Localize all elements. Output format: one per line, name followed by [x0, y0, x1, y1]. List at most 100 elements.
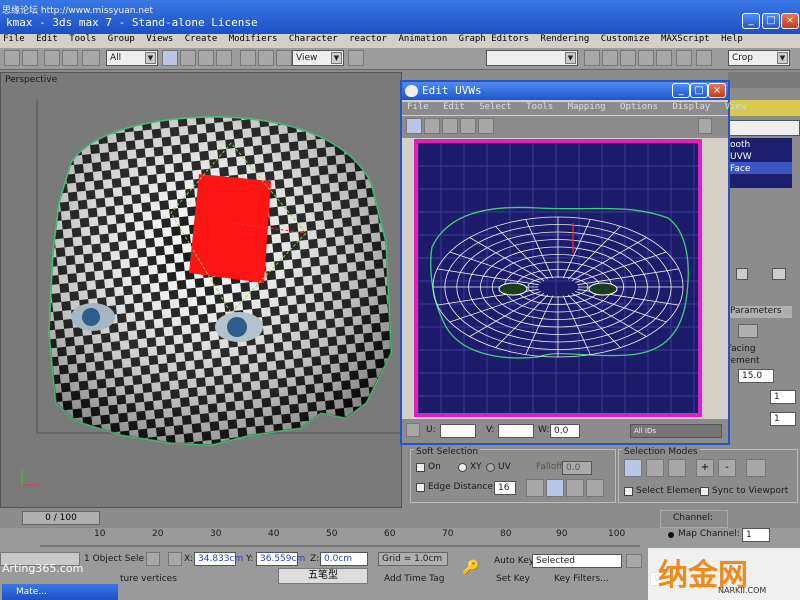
paint-select-icon[interactable]: [746, 459, 766, 477]
uvw-menu-select[interactable]: Select: [479, 102, 512, 112]
move-icon[interactable]: [240, 50, 256, 66]
redo-icon[interactable]: [22, 50, 38, 66]
track-bar[interactable]: 10 20 30 40 50 60 70 80 90 100 Map Chann…: [0, 528, 800, 550]
scale-icon[interactable]: [276, 50, 292, 66]
edge-mode-icon[interactable]: [646, 459, 664, 477]
menu-maxscript[interactable]: MAXScript: [661, 34, 710, 44]
close-button[interactable]: ×: [781, 13, 799, 29]
uvw-menu-mapping[interactable]: Mapping: [568, 102, 606, 112]
named-selection-dropdown[interactable]: ▼: [486, 50, 578, 66]
mirror-icon[interactable]: [584, 50, 600, 66]
stack-item-smooth[interactable]: ooth: [728, 138, 792, 150]
bind-space-warp-icon[interactable]: [82, 50, 100, 66]
y-coordinate-field[interactable]: 36.559cm: [256, 552, 305, 566]
falloff-linear-icon[interactable]: [546, 479, 564, 497]
time-slider-thumb[interactable]: 0 / 100: [22, 511, 100, 525]
key-filters-button[interactable]: Key Filters...: [554, 574, 609, 584]
ime-toolbar[interactable]: 五笔型: [278, 568, 368, 584]
taskbar-button[interactable]: Mate...: [2, 584, 118, 600]
window-crossing-icon[interactable]: [216, 50, 232, 66]
key-icon[interactable]: 🔑: [462, 560, 488, 578]
rectangular-selection-icon[interactable]: [198, 50, 214, 66]
uvw-maximize-button[interactable]: □: [690, 83, 708, 98]
menu-character[interactable]: Character: [289, 34, 338, 44]
go-to-start-icon[interactable]: [626, 554, 642, 568]
uvw-menu-view[interactable]: View: [725, 102, 747, 112]
map-channel-field[interactable]: 1: [742, 528, 770, 542]
on-checkbox[interactable]: [416, 463, 425, 472]
v-field[interactable]: [498, 424, 534, 438]
pin-stack-icon[interactable]: [736, 268, 748, 280]
w-field[interactable]: 0.0: [550, 424, 580, 438]
selection-lock-icon[interactable]: [146, 552, 160, 566]
freeform-icon[interactable]: [460, 118, 476, 134]
pivot-icon[interactable]: [348, 50, 364, 66]
select-element-checkbox[interactable]: [624, 487, 633, 496]
maximize-button[interactable]: □: [762, 13, 780, 29]
render-type-dropdown[interactable]: Crop ▼: [728, 50, 790, 66]
falloff-slow-icon[interactable]: [566, 479, 584, 497]
uvw-menu-file[interactable]: File: [407, 102, 429, 112]
auto-key-button[interactable]: Auto Key: [494, 556, 534, 570]
uvw-menu-display[interactable]: Display: [672, 102, 710, 112]
layer-manager-icon[interactable]: [620, 50, 636, 66]
material-editor-icon[interactable]: [656, 50, 672, 66]
minimize-button[interactable]: _: [742, 13, 760, 29]
render-scene-icon[interactable]: [676, 50, 692, 66]
stack-item-face[interactable]: Face: [728, 162, 792, 174]
menu-graph-editors[interactable]: Graph Editors: [459, 34, 529, 44]
quick-render-icon[interactable]: [696, 50, 712, 66]
z-coordinate-field[interactable]: 0.0cm: [320, 552, 368, 566]
menu-file[interactable]: File: [3, 34, 25, 44]
grow-selection-button[interactable]: +: [696, 459, 714, 477]
map-channel-radio[interactable]: [668, 532, 674, 538]
add-time-tag[interactable]: Add Time Tag: [384, 574, 444, 584]
rotate-icon[interactable]: [424, 118, 440, 134]
menu-views[interactable]: Views: [146, 34, 173, 44]
menu-help[interactable]: Help: [721, 34, 743, 44]
link-icon[interactable]: [44, 50, 60, 66]
select-by-name-icon[interactable]: [180, 50, 196, 66]
face-mode-icon[interactable]: [668, 459, 686, 477]
curve-editor-icon[interactable]: [638, 50, 654, 66]
menu-modifiers[interactable]: Modifiers: [229, 34, 278, 44]
uv-radio[interactable]: [486, 463, 495, 472]
absolute-mode-icon[interactable]: [168, 552, 182, 566]
material-id-dropdown[interactable]: All IDs: [630, 424, 722, 438]
vertex-mode-icon[interactable]: [624, 459, 642, 477]
menu-edit[interactable]: Edit: [36, 34, 58, 44]
selected-set-dropdown[interactable]: Selected: [532, 554, 622, 568]
unlink-icon[interactable]: [62, 50, 78, 66]
parameters-rollout[interactable]: Parameters: [728, 306, 792, 318]
uvw-menu-edit[interactable]: Edit: [443, 102, 465, 112]
menu-create[interactable]: Create: [185, 34, 218, 44]
modifier-stack[interactable]: ooth UVW Face: [728, 138, 792, 188]
time-slider[interactable]: 0 / 100 Channel:: [0, 508, 800, 528]
mirror-icon[interactable]: [478, 118, 494, 134]
threshold-spinner[interactable]: 15.0: [738, 369, 774, 383]
menu-rendering[interactable]: Rendering: [541, 34, 590, 44]
checker-icon[interactable]: [698, 118, 712, 134]
menu-animation[interactable]: Animation: [398, 34, 447, 44]
x-coordinate-field[interactable]: 34.833cm: [194, 552, 243, 566]
lock-selection-icon[interactable]: [406, 423, 420, 437]
u-field[interactable]: [440, 424, 476, 438]
scale-icon[interactable]: [442, 118, 458, 134]
modifier-list-dropdown[interactable]: [728, 120, 800, 136]
panel-tabs[interactable]: [728, 72, 800, 88]
uvw-menu-tools[interactable]: Tools: [526, 102, 553, 112]
reference-coordinate-dropdown[interactable]: View ▼: [292, 50, 344, 66]
id-spinner-b[interactable]: 1: [770, 412, 796, 426]
uvw-close-button[interactable]: ×: [708, 83, 726, 98]
id-spinner-a[interactable]: 1: [770, 390, 796, 404]
align-icon[interactable]: [602, 50, 618, 66]
set-key-button[interactable]: Set Key: [496, 574, 530, 584]
menu-group[interactable]: Group: [108, 34, 135, 44]
select-object-icon[interactable]: [162, 50, 178, 66]
move-icon[interactable]: [406, 118, 422, 134]
falloff-field[interactable]: 0.0: [562, 461, 592, 475]
menu-tools[interactable]: Tools: [69, 34, 96, 44]
sync-viewport-checkbox[interactable]: [700, 487, 709, 496]
menu-reactor[interactable]: reactor: [349, 34, 387, 44]
xy-radio[interactable]: [458, 463, 467, 472]
